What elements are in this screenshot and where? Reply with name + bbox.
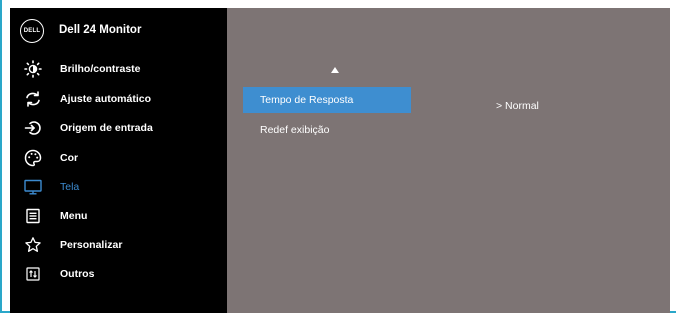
sidebar-item-brightness-contrast[interactable]: Brilho/contraste — [10, 56, 227, 82]
input-source-icon — [23, 118, 43, 138]
brightness-icon — [23, 59, 43, 79]
sidebar-item-color[interactable]: Cor — [10, 145, 227, 171]
window-frame: DELL Dell 24 Monitor Brilho/contraste Aj… — [0, 0, 676, 313]
sidebar-item-others[interactable]: Outros — [10, 261, 227, 287]
osd-sidebar: DELL Dell 24 Monitor Brilho/contraste Aj… — [10, 8, 227, 313]
arrow-up-icon[interactable] — [331, 67, 339, 73]
osd-header: DELL Dell 24 Monitor — [10, 8, 227, 52]
star-icon — [23, 235, 43, 255]
sidebar-item-label: Brilho/contraste — [60, 63, 141, 75]
sidebar-item-label: Outros — [60, 268, 95, 280]
sidebar-item-label: Menu — [60, 210, 88, 222]
sidebar-item-label: Personalizar — [60, 239, 123, 251]
monitor-title: Dell 24 Monitor — [59, 24, 142, 36]
submenu-item-reset-display[interactable]: Redef exibição — [243, 117, 411, 143]
osd-content-panel: Tempo de Resposta > Normal Redef exibiçã… — [227, 8, 670, 313]
others-icon — [23, 264, 43, 284]
submenu-item-response-time[interactable]: Tempo de Resposta — [243, 87, 411, 113]
dell-logo: DELL — [20, 19, 44, 43]
sidebar-item-display[interactable]: Tela — [10, 174, 227, 200]
sidebar-item-label: Tela — [60, 181, 80, 193]
color-palette-icon — [23, 148, 43, 168]
submenu-item-label: Redef exibição — [260, 124, 330, 136]
monitor-osd: DELL Dell 24 Monitor Brilho/contraste Aj… — [10, 8, 670, 313]
sidebar-item-menu[interactable]: Menu — [10, 203, 227, 229]
sidebar-item-input-source[interactable]: Origem de entrada — [10, 115, 227, 141]
auto-adjust-icon — [23, 89, 43, 109]
response-time-value: > Normal — [496, 100, 539, 112]
display-icon — [23, 177, 43, 197]
sidebar-item-label: Ajuste automático — [60, 93, 152, 105]
submenu-item-label: Tempo de Resposta — [260, 94, 354, 106]
sidebar-item-label: Origem de entrada — [60, 122, 153, 134]
menu-icon — [23, 206, 43, 226]
sidebar-item-personalize[interactable]: Personalizar — [10, 232, 227, 258]
sidebar-item-label: Cor — [60, 152, 79, 164]
sidebar-item-auto-adjust[interactable]: Ajuste automático — [10, 86, 227, 112]
